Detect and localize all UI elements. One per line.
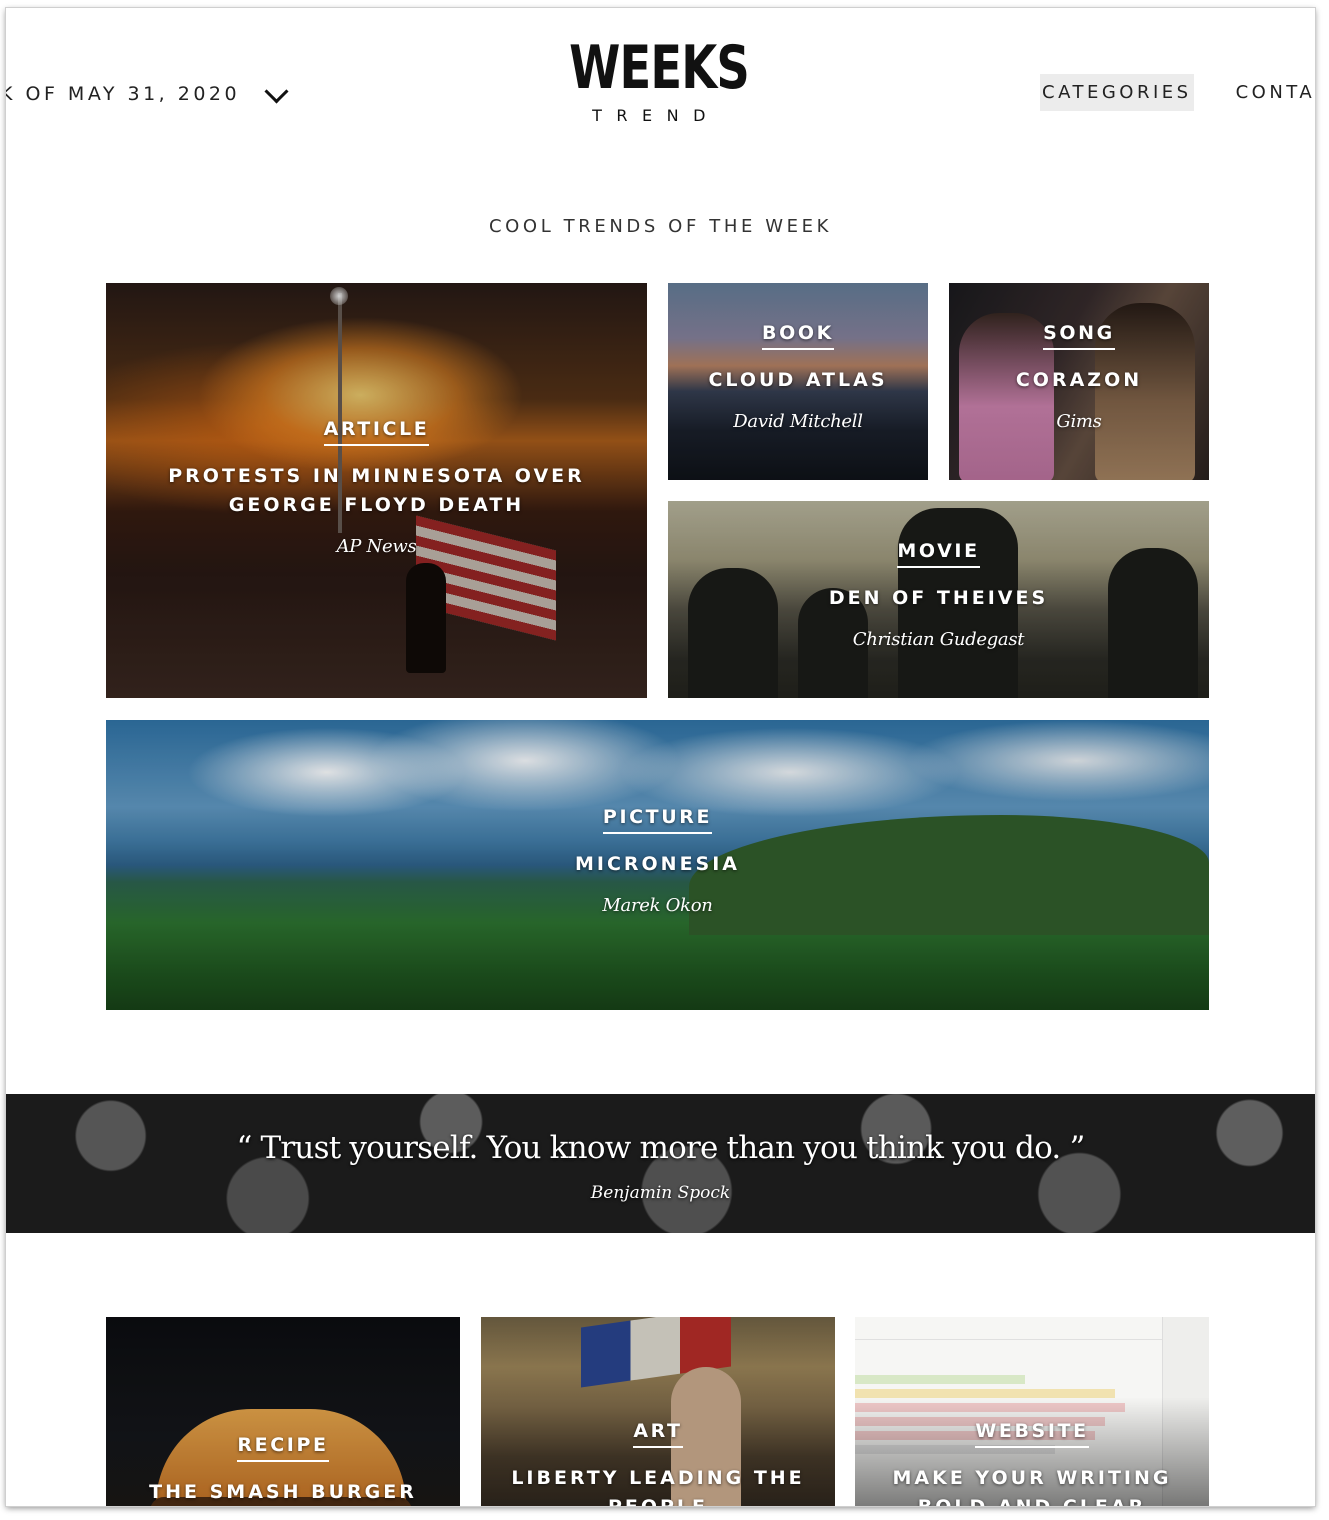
card-author: Marek Okon <box>602 895 713 916</box>
card-title: THE SMASH BURGER <box>149 1481 417 1503</box>
card-category: SONG <box>1043 322 1115 350</box>
week-date-selector[interactable]: K OF MAY 31, 2020 <box>6 74 289 114</box>
trend-card-recipe[interactable]: RECIPE THE SMASH BURGER <box>106 1317 460 1506</box>
card-author: Gims <box>1056 411 1102 432</box>
section-title: COOL TRENDS OF THE WEEK <box>488 216 833 237</box>
card-category: RECIPE <box>237 1434 329 1462</box>
chevron-down-icon[interactable] <box>264 78 289 104</box>
card-category: BOOK <box>762 322 834 350</box>
card-title: MAKE YOUR WRITING BOLD AND CLEAR <box>892 1467 1172 1506</box>
card-title: PROTESTS IN MINNESOTA OVER GEORGE FLOYD … <box>168 465 585 516</box>
logo-subtitle: TREND <box>592 106 720 125</box>
trend-card-movie[interactable]: MOVIE DEN OF THEIVES Christian Gudegast <box>668 501 1209 698</box>
card-author: Christian Gudegast <box>852 629 1025 650</box>
card-category: MOVIE <box>897 540 980 568</box>
trend-card-book[interactable]: BOOK CLOUD ATLAS David Mitchell <box>668 283 928 480</box>
nav-contact[interactable]: CONTA <box>1234 74 1315 111</box>
trend-card-art[interactable]: ART LIBERTY LEADING THE PEOPLE <box>481 1317 835 1506</box>
nav-categories[interactable]: CATEGORIES <box>1040 74 1194 111</box>
trend-card-article[interactable]: ARTICLE PROTESTS IN MINNESOTA OVER GEORG… <box>106 283 647 698</box>
quote-author: Benjamin Spock <box>590 1183 731 1203</box>
card-category: ART <box>633 1420 683 1448</box>
card-title: DEN OF THEIVES <box>828 587 1049 609</box>
card-title: LIBERTY LEADING THE PEOPLE <box>511 1467 805 1506</box>
logo-wordmark: WEEKS <box>569 33 750 103</box>
card-category: PICTURE <box>602 806 713 834</box>
card-category: ARTICLE <box>323 418 430 446</box>
card-title: CORAZON <box>1015 369 1143 391</box>
browser-viewport: K OF MAY 31, 2020 WEEKS TREND CATEGORIES… <box>6 8 1315 1506</box>
trend-card-website[interactable]: WEBSITE MAKE YOUR WRITING BOLD AND CLEAR <box>855 1317 1209 1506</box>
trend-card-picture[interactable]: PICTURE MICRONESIA Marek Okon <box>106 720 1209 1010</box>
week-date-label: K OF MAY 31, 2020 <box>6 83 241 105</box>
trend-card-song[interactable]: SONG CORAZON Gims <box>949 283 1209 480</box>
card-author: David Mitchell <box>733 411 863 432</box>
main-nav: CATEGORIES CONTA <box>1040 74 1315 111</box>
card-title: MICRONESIA <box>574 853 741 875</box>
site-logo[interactable]: WEEKS TREND <box>556 33 750 125</box>
card-category: WEBSITE <box>975 1420 1089 1448</box>
card-title: CLOUD ATLAS <box>708 369 888 391</box>
card-author: AP News <box>336 536 417 557</box>
quote-banner: “ Trust yourself. You know more than you… <box>6 1094 1315 1233</box>
quote-text: “ Trust yourself. You know more than you… <box>236 1130 1085 1166</box>
